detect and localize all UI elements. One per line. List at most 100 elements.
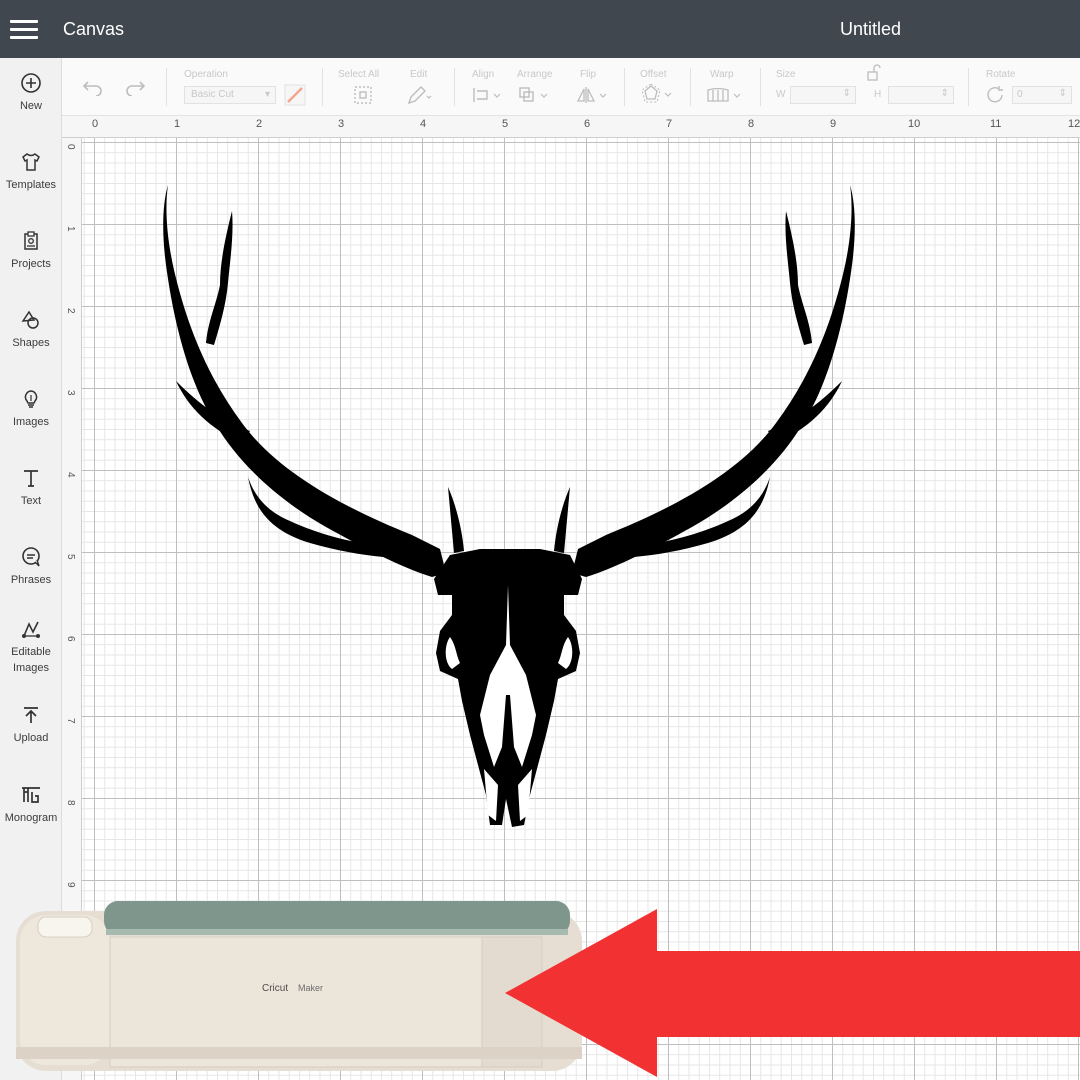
sidebar-item-label: Images [12, 662, 50, 674]
ruler-label: 1 [174, 118, 181, 130]
sidebar-item-phrases[interactable]: Phrases [0, 546, 62, 588]
lock-open-icon[interactable] [864, 64, 884, 82]
ruler-label: 3 [65, 390, 76, 396]
sidebar-item-text[interactable]: Text [0, 467, 62, 509]
toolbar-divider [166, 68, 167, 106]
rotate-value: 0 [1017, 89, 1023, 100]
undo-icon[interactable] [82, 80, 104, 96]
ruler-label: 7 [65, 718, 76, 724]
ruler-label: 3 [338, 118, 345, 130]
red-arrow-pointer [505, 909, 1080, 1077]
toolbar-divider [760, 68, 761, 106]
stepper-icon: ⇕ [842, 88, 851, 99]
text-icon [24, 470, 38, 487]
top-bar: Canvas Untitled [0, 0, 1080, 58]
sidebar-item-label: Phrases [10, 574, 52, 586]
height-input[interactable]: ⇕ [888, 86, 954, 104]
machine-model-label: Maker [298, 983, 323, 993]
edit-toolbar: Operation Basic Cut ▾ Select All Edit Ali… [62, 58, 1080, 116]
operation-value: Basic Cut [191, 89, 234, 100]
redo-icon[interactable] [124, 80, 146, 96]
rotate-input[interactable]: 0 ⇕ [1012, 86, 1072, 104]
operation-select[interactable]: Basic Cut ▾ [184, 86, 276, 104]
editable-images-icon [22, 621, 40, 638]
offset-icon[interactable] [640, 84, 674, 106]
sidebar-item-label: Monogram [4, 812, 58, 824]
toolbar-divider [624, 68, 625, 106]
plus-circle-icon [21, 73, 41, 93]
chevron-down-icon: ▾ [264, 89, 270, 100]
sidebar-item-label: Templates [5, 179, 57, 191]
cricut-maker-machine-image: Cricut Maker [16, 901, 582, 1071]
arrange-label: Arrange [517, 69, 553, 80]
sidebar-item-templates[interactable]: Templates [0, 151, 62, 193]
ruler-label: 5 [65, 554, 76, 560]
shapes-icon [21, 310, 39, 329]
toolbar-divider [968, 68, 969, 106]
align-label: Align [472, 69, 495, 80]
sidebar-item-new[interactable]: New [0, 72, 62, 114]
ruler-label: 9 [830, 118, 837, 130]
sidebar-item-label: Text [20, 495, 42, 507]
sidebar-item-projects[interactable]: Projects [0, 230, 62, 272]
ruler-label: 0 [92, 118, 99, 130]
warp-label: Warp [710, 69, 734, 80]
rotate-label: Rotate [986, 69, 1016, 80]
ruler-label: 7 [666, 118, 673, 130]
ruler-label: 10 [908, 118, 921, 130]
width-label: W [776, 89, 786, 100]
arrange-icon[interactable] [518, 86, 550, 104]
horizontal-ruler: 0 1 2 3 4 5 6 7 8 9 10 11 12 [62, 116, 1080, 138]
ruler-label: 1 [65, 226, 76, 232]
operation-label: Operation [184, 69, 228, 80]
toolbar-divider [454, 68, 455, 106]
edit-label: Edit [410, 69, 428, 80]
flip-icon[interactable] [576, 86, 610, 104]
monogram-icon [22, 787, 40, 803]
sidebar-item-label: Shapes [12, 337, 50, 349]
warp-icon[interactable] [706, 86, 744, 104]
document-title[interactable]: Untitled [840, 19, 901, 40]
ruler-label: 6 [65, 636, 76, 642]
ruler-label: 2 [256, 118, 263, 130]
edit-pencil-icon[interactable] [406, 84, 432, 106]
flip-label: Flip [580, 69, 597, 80]
ruler-label: 5 [502, 118, 509, 130]
linetype-color-swatch-icon[interactable] [284, 84, 306, 106]
select-all-label: Select All [338, 69, 380, 80]
ruler-label: 6 [584, 118, 591, 130]
toolbar-divider [322, 68, 323, 106]
sidebar-item-editable-images[interactable]: Editable Images [0, 618, 62, 676]
width-input[interactable]: ⇕ [790, 86, 856, 104]
app-title: Canvas [63, 19, 125, 39]
rotate-icon[interactable] [986, 86, 1006, 104]
ruler-label: 12 [1068, 118, 1080, 130]
offset-label: Offset [640, 69, 667, 80]
ruler-label: 4 [420, 118, 427, 130]
stepper-icon: ⇕ [1058, 88, 1067, 99]
sidebar-item-monogram[interactable]: Monogram [0, 784, 62, 826]
sidebar-item-label: New [19, 100, 42, 112]
ruler-label: 9 [65, 882, 76, 888]
stepper-icon: ⇕ [940, 88, 949, 99]
tshirt-icon [22, 153, 40, 171]
menu-icon[interactable] [10, 20, 38, 40]
sidebar-item-shapes[interactable]: Shapes [0, 309, 62, 351]
lightbulb-icon [24, 390, 38, 408]
ruler-label: 2 [65, 308, 76, 314]
sidebar-item-label: Editable [11, 646, 51, 658]
select-all-icon[interactable] [352, 84, 374, 106]
machine-brand-label: Cricut [262, 983, 288, 994]
project-icon [24, 231, 38, 250]
upload-icon [24, 707, 38, 723]
deer-skull-artwork[interactable] [150, 175, 870, 835]
align-icon[interactable] [472, 86, 502, 104]
sidebar-item-upload[interactable]: Upload [0, 704, 62, 746]
speech-bubble-icon [22, 547, 40, 567]
size-label: Size [776, 69, 796, 80]
sidebar-item-label: Projects [11, 258, 51, 270]
ruler-label: 0 [65, 144, 76, 150]
ruler-label: 11 [990, 118, 1002, 130]
ruler-label: 8 [65, 800, 76, 806]
sidebar-item-images[interactable]: Images [0, 388, 62, 430]
